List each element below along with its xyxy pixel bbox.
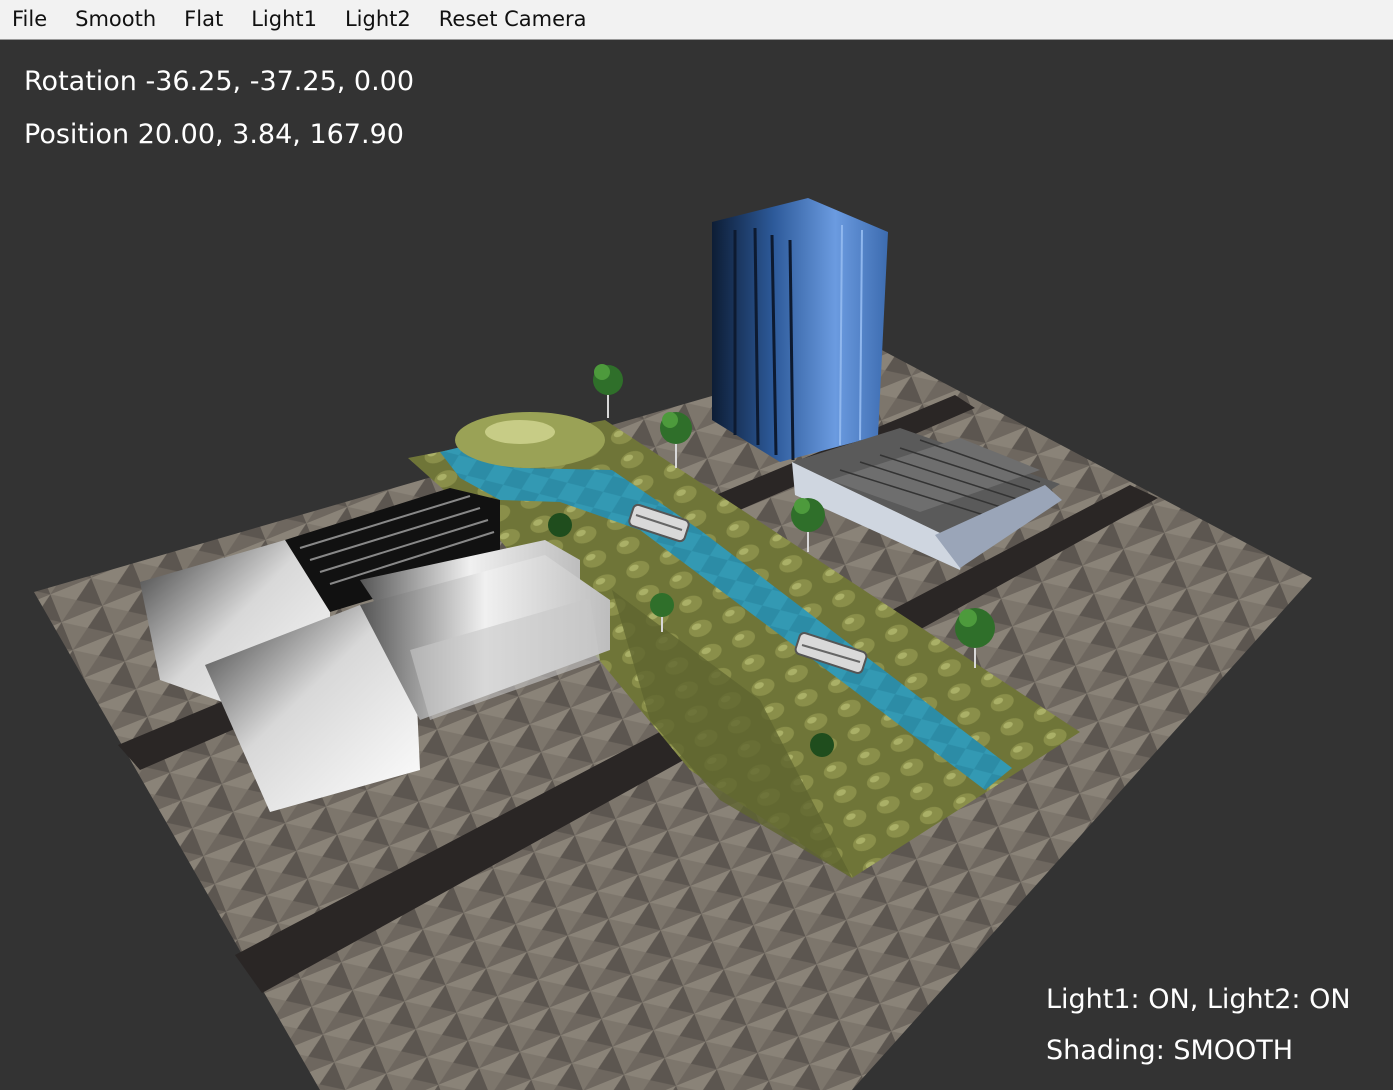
menu-light1[interactable]: Light1 bbox=[237, 0, 331, 39]
menu-smooth[interactable]: Smooth bbox=[61, 0, 170, 39]
position-readout: Position 20.00, 3.84, 167.90 bbox=[24, 119, 404, 150]
3d-viewport[interactable]: Rotation -36.25, -37.25, 0.00 Position 2… bbox=[0, 40, 1393, 1090]
rotation-readout: Rotation -36.25, -37.25, 0.00 bbox=[24, 66, 415, 97]
shading-status: Shading: SMOOTH bbox=[1046, 1035, 1294, 1066]
menu-bar: File Smooth Flat Light1 Light2 Reset Cam… bbox=[0, 0, 1393, 40]
city-scene bbox=[34, 198, 1312, 1090]
tree bbox=[810, 733, 834, 757]
tree bbox=[548, 513, 572, 537]
glass-tower bbox=[712, 198, 888, 462]
menu-flat[interactable]: Flat bbox=[170, 0, 237, 39]
lights-status: Light1: ON, Light2: ON bbox=[1046, 984, 1351, 1015]
menu-reset-camera[interactable]: Reset Camera bbox=[425, 0, 601, 39]
menu-light2[interactable]: Light2 bbox=[331, 0, 425, 39]
tree bbox=[593, 364, 623, 418]
menu-file[interactable]: File bbox=[0, 0, 61, 39]
